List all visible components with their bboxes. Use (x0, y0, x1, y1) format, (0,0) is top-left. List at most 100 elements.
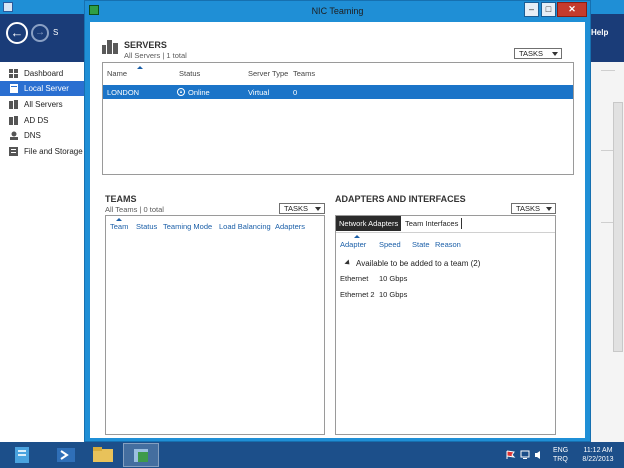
tasks-label: TASKS (516, 204, 541, 213)
sidebar-item-dns[interactable]: DNS (0, 128, 84, 143)
chevron-down-icon (546, 207, 552, 211)
nic-teaming-taskbar-button[interactable] (123, 443, 159, 467)
teams-list[interactable]: Team Status Teaming Mode Load Balancing … (105, 215, 325, 435)
divider (601, 70, 615, 71)
servers-title: SERVERS (124, 40, 167, 50)
column-header-server-type[interactable]: Server Type (248, 69, 288, 78)
sidebar-item-label: DNS (24, 131, 41, 140)
servers-tasks-dropdown[interactable]: TASKS (514, 48, 562, 59)
adapter-speed-cell: 10 Gbps (379, 274, 408, 283)
sidebar-item-label: AD DS (24, 116, 49, 125)
tab-team-interfaces[interactable]: Team Interfaces (402, 216, 462, 231)
servers-section-icon (102, 40, 118, 54)
column-header-status[interactable]: Status (136, 222, 157, 231)
column-header-reason[interactable]: Reason (435, 240, 461, 249)
text-cursor (461, 218, 462, 229)
expand-triangle-icon (344, 259, 352, 267)
column-header-status[interactable]: Status (179, 69, 200, 78)
server-manager-icon (15, 447, 29, 463)
column-header-load-balancing[interactable]: Load Balancing (219, 222, 271, 231)
folder-icon (93, 447, 113, 462)
server-type-cell: Virtual (248, 88, 270, 97)
sidebar-item-label: All Servers (24, 100, 63, 109)
sidebar-item-ad-ds[interactable]: AD DS (0, 113, 84, 128)
header-partial-text: S (53, 28, 59, 37)
window-client-area: SERVERS All Servers | 1 total TASKS Name… (90, 22, 585, 438)
action-center-flag-icon[interactable] (506, 450, 516, 460)
nic-teaming-icon (134, 449, 148, 462)
adapter-group-header[interactable]: Available to be added to a team (2) (344, 259, 481, 268)
column-header-teaming-mode[interactable]: Teaming Mode (163, 222, 212, 231)
server-icon (10, 84, 18, 93)
clock-time[interactable]: 11:12 AM (578, 447, 618, 454)
language-indicator[interactable]: ENG (553, 447, 568, 454)
adapter-name-cell[interactable]: Ethernet 2 (340, 290, 375, 299)
forward-arrow-icon[interactable]: → (31, 24, 49, 42)
column-header-state[interactable]: State (412, 240, 430, 249)
server-status-cell: Online (177, 88, 210, 97)
taskbar: ENG TRQ 11:12 AM 8/22/2013 (0, 442, 624, 468)
powershell-taskbar-button[interactable] (48, 443, 84, 467)
help-menu[interactable]: Help (591, 28, 608, 37)
sidebar-item-label: Dashboard (24, 69, 64, 78)
server-manager-sidebar: Dashboard Local Server All Servers AD DS… (0, 62, 84, 442)
adds-icon (9, 116, 18, 125)
column-header-teams[interactable]: Teams (293, 69, 315, 78)
sidebar-item-label: Local Server (24, 84, 69, 93)
online-status-icon (177, 88, 185, 96)
adapters-tasks-dropdown[interactable]: TASKS (511, 203, 556, 214)
minimize-button[interactable]: – (524, 2, 539, 17)
tasks-label: TASKS (519, 49, 544, 58)
server-name-cell: LONDON (107, 88, 140, 97)
close-button[interactable]: ✕ (557, 2, 587, 17)
adapters-title: ADAPTERS AND INTERFACES (335, 194, 466, 204)
back-arrow-icon[interactable]: ← (6, 22, 28, 44)
clock-date[interactable]: 8/22/2013 (578, 456, 618, 463)
speaker-icon[interactable] (534, 450, 544, 460)
adapter-name-cell[interactable]: Ethernet (340, 274, 368, 283)
column-header-adapter[interactable]: Adapter (340, 240, 366, 249)
window-titlebar[interactable]: NIC Teaming – □ ✕ (85, 1, 590, 21)
server-manager-taskbar-button[interactable] (4, 443, 40, 467)
maximize-button[interactable]: □ (541, 2, 556, 17)
column-header-adapters[interactable]: Adapters (275, 222, 305, 231)
storage-icon (9, 147, 18, 156)
teams-title: TEAMS (105, 194, 137, 204)
column-header-speed[interactable]: Speed (379, 240, 401, 249)
servers-subtitle: All Servers | 1 total (124, 51, 187, 60)
window-title: NIC Teaming (311, 6, 364, 16)
column-header-name[interactable]: Name (107, 69, 127, 78)
sort-ascending-icon (116, 218, 122, 221)
servers-icon (9, 100, 18, 109)
sidebar-item-dashboard[interactable]: Dashboard (0, 66, 84, 81)
sort-ascending-icon (354, 235, 360, 238)
teams-tasks-dropdown[interactable]: TASKS (279, 203, 325, 214)
sidebar-item-all-servers[interactable]: All Servers (0, 97, 84, 112)
powershell-icon (57, 448, 75, 462)
table-row[interactable]: LONDON Online Virtual 0 (103, 85, 573, 99)
sidebar-item-local-server[interactable]: Local Server (0, 81, 84, 96)
tab-network-adapters[interactable]: Network Adapters (336, 216, 401, 231)
sidebar-item-label: File and Storage (24, 147, 83, 156)
group-label: Available to be added to a team (2) (356, 259, 481, 268)
sort-ascending-icon (137, 66, 143, 69)
servers-list[interactable]: Name Status Server Type Teams LONDON Onl… (102, 62, 574, 175)
sidebar-item-file-storage[interactable]: File and Storage (0, 144, 84, 159)
chevron-down-icon (315, 207, 321, 211)
scrollbar[interactable] (613, 102, 623, 352)
dns-icon (10, 131, 18, 140)
teams-subtitle: All Teams | 0 total (105, 205, 164, 214)
server-status-text: Online (188, 88, 210, 97)
keyboard-layout-indicator[interactable]: TRQ (553, 456, 568, 463)
server-manager-right-area (590, 62, 624, 442)
nic-teaming-window: NIC Teaming – □ ✕ SERVERS All Servers | … (84, 0, 591, 442)
server-teams-cell: 0 (293, 88, 298, 97)
divider (336, 232, 555, 233)
tasks-label: TASKS (284, 204, 309, 213)
file-explorer-taskbar-button[interactable] (85, 443, 121, 467)
dashboard-icon (9, 69, 18, 78)
server-manager-app-icon (3, 2, 13, 12)
network-icon[interactable] (520, 450, 530, 460)
adapter-speed-cell: 10 Gbps (379, 290, 408, 299)
column-header-team[interactable]: Team (110, 222, 128, 231)
